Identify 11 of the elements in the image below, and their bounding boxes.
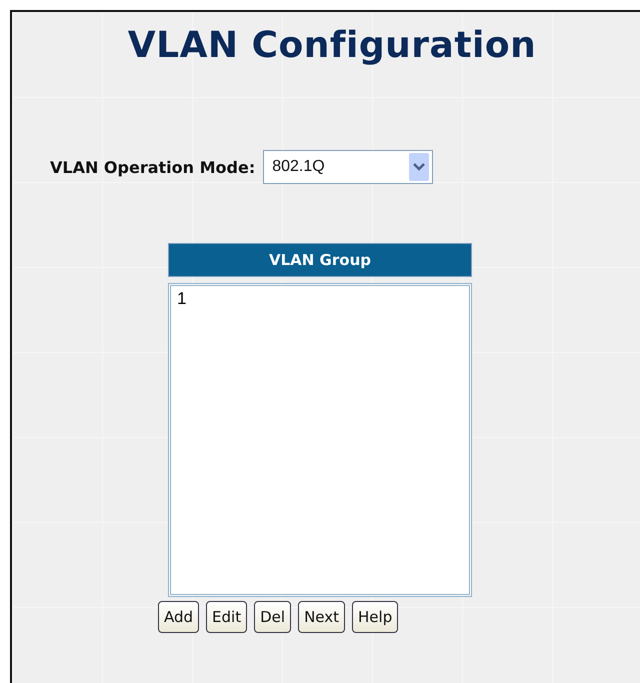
list-header: VLAN Group	[168, 243, 472, 277]
page-title: VLAN Configuration	[126, 24, 538, 68]
action-button[interactable]: Add	[158, 601, 200, 633]
action-button[interactable]: Next	[298, 601, 346, 633]
action-button[interactable]: Help	[352, 601, 398, 633]
mode-dropdown[interactable]: 802.1Q	[263, 150, 434, 184]
field-label: VLAN Operation Mode:	[50, 158, 256, 176]
list-item[interactable]: 1	[177, 289, 186, 309]
action-button[interactable]: Del	[254, 601, 292, 633]
vlan-group-list[interactable]: 1	[168, 283, 472, 597]
action-button[interactable]: Edit	[206, 601, 248, 633]
